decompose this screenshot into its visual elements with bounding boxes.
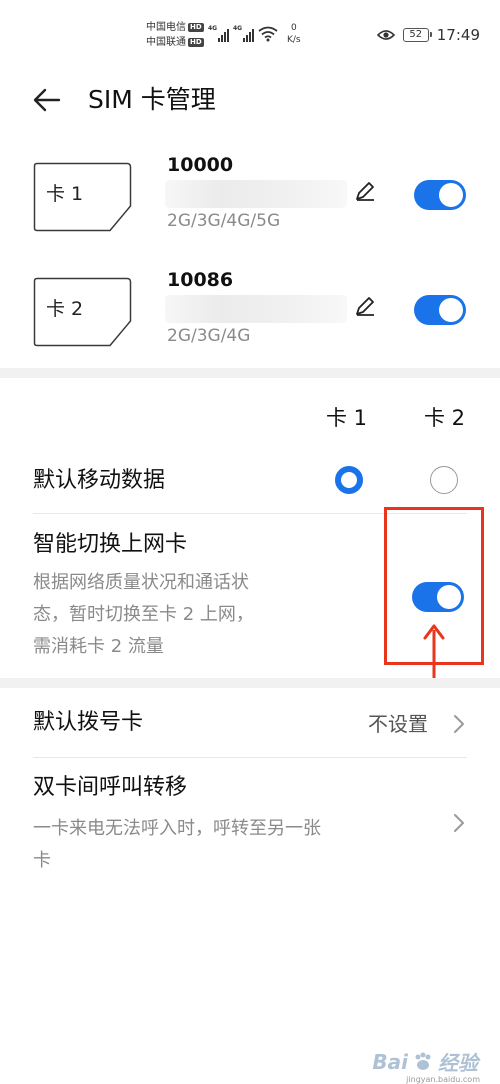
watermark-brand-2: 经验: [438, 1051, 478, 1075]
smart-switch-desc-line-3: 需消耗卡 2 流量: [33, 636, 164, 657]
paw-logo-icon: [415, 1052, 431, 1070]
app-header: SIM 卡管理: [0, 78, 500, 122]
chevron-right-icon: [454, 715, 464, 733]
toggle-knob: [439, 298, 463, 322]
baidu-watermark: Bai 经验: [372, 1047, 478, 1076]
watermark-brand: Bai: [372, 1049, 408, 1074]
column-header-card-1: 卡 1: [326, 406, 368, 430]
toggle-knob: [439, 183, 463, 207]
default-dial-label[interactable]: 默认拨号卡: [33, 708, 143, 738]
default-data-label: 默认移动数据: [33, 468, 166, 493]
column-header-card-2: 卡 2: [424, 406, 466, 430]
default-data-radio-card-2[interactable]: [430, 466, 458, 494]
carrier-2: 中国联通: [146, 37, 186, 48]
sim-number: 10086: [167, 269, 234, 291]
status-bar: 中国电信 HD 中国联通 HD 4G 4G 0 K/s 52 17:49: [0, 0, 500, 60]
default-dial-value[interactable]: 不设置: [368, 710, 428, 738]
network-type-label: 4G: [233, 25, 243, 32]
carrier-1: 中国电信: [146, 22, 186, 33]
speed-unit: K/s: [287, 35, 301, 45]
call-forward-title[interactable]: 双卡间呼叫转移: [33, 773, 187, 803]
hd-badge: HD: [188, 38, 204, 47]
signal-1-icon: 4G: [208, 25, 229, 42]
sim-number: 10000: [167, 154, 234, 176]
call-forward-desc-line-2: 卡: [33, 850, 51, 871]
hd-badge: HD: [188, 23, 204, 32]
sim-network-types: 2G/3G/4G/5G: [167, 211, 281, 231]
sim-row-2: 卡 2 10086 2G/3G/4G: [0, 267, 500, 377]
speed-value: 0: [290, 23, 297, 33]
smart-switch-desc-line-2: 态，暂时切换至卡 2 上网，: [33, 604, 254, 625]
wifi-icon: [258, 26, 278, 42]
sim-card-label: 卡 2: [46, 298, 84, 320]
network-type-label: 4G: [208, 25, 218, 32]
sim-2-enable-toggle[interactable]: [414, 295, 466, 325]
section-divider: [0, 368, 500, 378]
sim-row-1: 卡 1 10000 2G/3G/4G/5G: [0, 152, 500, 262]
signal-2-icon: 4G: [233, 25, 254, 42]
edit-pencil-icon[interactable]: [354, 180, 376, 202]
section-divider: [0, 678, 500, 688]
signal-indicators: 4G 4G: [208, 25, 278, 42]
page-title: SIM 卡管理: [88, 85, 216, 114]
smart-switch-desc-line-1: 根据网络质量状况和通话状: [33, 572, 249, 593]
clock: 17:49: [436, 26, 480, 44]
sim-name-masked: [165, 180, 347, 208]
sim-card-label: 卡 1: [46, 183, 84, 205]
eye-icon: [376, 30, 395, 40]
back-arrow-icon[interactable]: [32, 86, 62, 114]
watermark-url: jingyan.baidu.com: [406, 1075, 480, 1084]
default-data-radio-card-1[interactable]: [335, 466, 363, 494]
call-forward-desc-line-1: 一卡来电无法呼入时，呼转至另一张: [33, 818, 321, 839]
smart-switch-title: 智能切换上网卡: [33, 532, 188, 557]
sim-1-enable-toggle[interactable]: [414, 180, 466, 210]
edit-pencil-icon[interactable]: [354, 295, 376, 317]
row-divider: [33, 757, 467, 758]
sim-name-masked: [165, 295, 347, 323]
battery-icon: 52: [402, 28, 432, 42]
chevron-right-icon: [454, 814, 464, 832]
carrier-info: 中国电信 HD 中国联通 HD: [146, 20, 204, 50]
network-speed: 0 K/s: [287, 22, 301, 46]
sim-network-types: 2G/3G/4G: [167, 326, 251, 346]
